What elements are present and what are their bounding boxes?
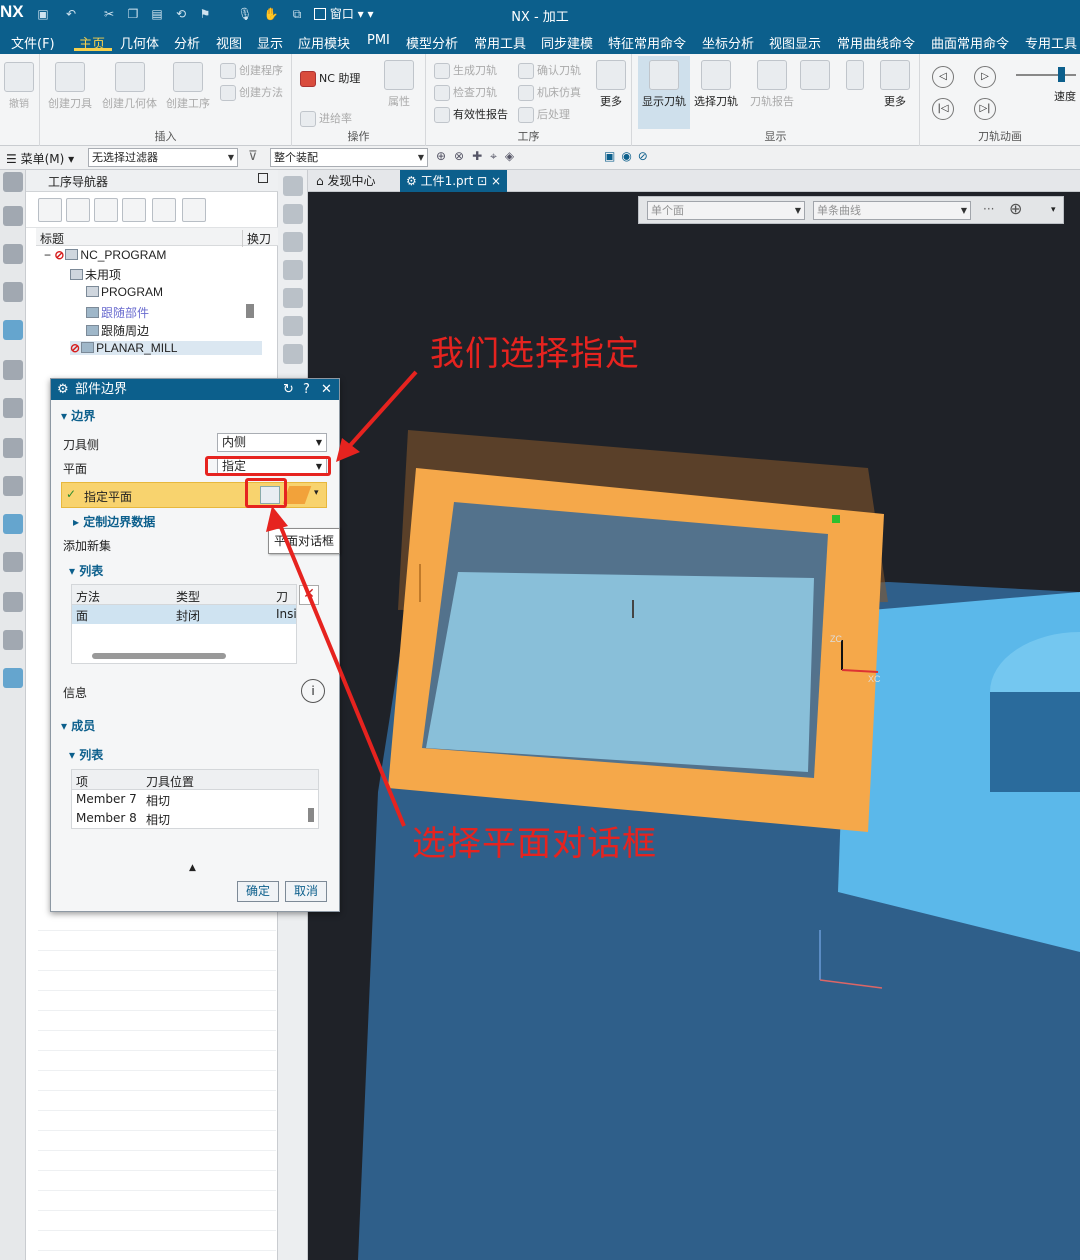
arrowhead-bottom xyxy=(266,506,288,532)
arrow-to-plane-button xyxy=(276,519,406,827)
arrowhead-top xyxy=(336,438,360,462)
arrow-to-plane-dropdown xyxy=(344,370,418,452)
annotation-arrows xyxy=(266,370,418,827)
annotation-bottom: 选择平面对话框 xyxy=(412,824,657,864)
annotation-top: 我们选择指定 xyxy=(430,334,640,374)
